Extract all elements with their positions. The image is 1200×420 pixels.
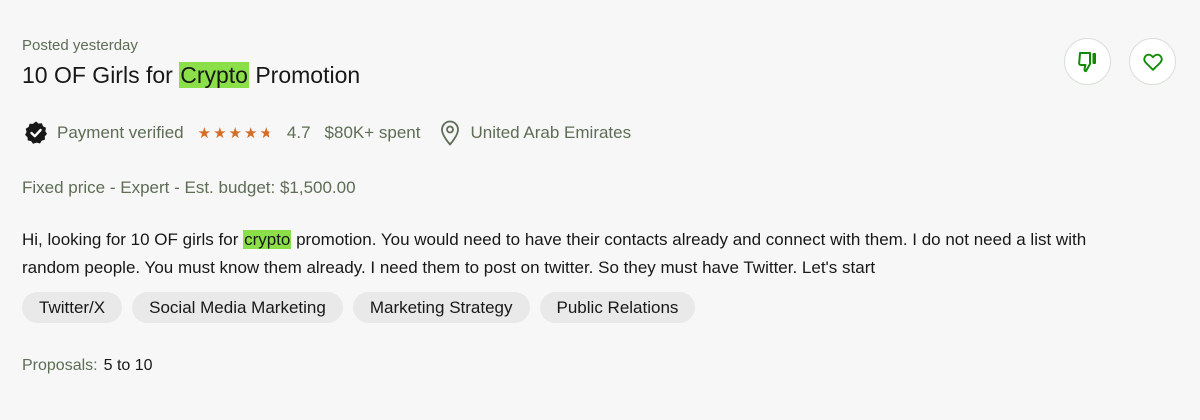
skill-tag[interactable]: Twitter/X [22,292,123,323]
star-icon: ★ [213,125,227,142]
client-rating: 4.7 [286,123,311,142]
star-icon: ★ [228,125,242,142]
job-card[interactable]: Posted yesterday 10 OF Girls for Crypto … [0,0,1200,420]
posted-time: Posted yesterday [22,37,138,54]
skill-tag[interactable]: Marketing Strategy [352,292,530,323]
title-text-start: 10 OF Girls for [22,62,180,88]
star-icon: ★ [243,125,258,142]
client-location: United Arab Emirates [470,123,632,142]
client-spent: $80K+ spent [324,123,421,142]
proposals-count: Proposals: 5 to 10 [22,357,153,375]
star-icon: ★ [197,125,212,142]
skill-tag[interactable]: Public Relations [539,292,696,323]
job-budget: Fixed price - Expert - Est. budget: $1,5… [22,178,356,197]
star-half-icon: ★ [259,125,273,142]
dislike-button[interactable] [1064,38,1111,85]
rating-stars: ★ ★ ★ ★ ★ [198,124,275,142]
verified-badge-icon [22,119,50,147]
job-title[interactable]: 10 OF Girls for Crypto Promotion [22,62,360,89]
client-info: Payment verified ★ ★ ★ ★ ★ 4.7 $80K+ spe… [22,118,631,148]
skill-tag[interactable]: Social Media Marketing [132,292,343,323]
proposals-label: Proposals: [22,357,98,374]
description-text-start: Hi, looking for 10 OF girls for [22,230,244,249]
skill-tags: Twitter/X Social Media Marketing Marketi… [22,292,705,323]
description-highlight: crypto [243,230,292,249]
heart-icon [1142,53,1163,71]
title-highlight: Crypto [179,62,249,88]
payment-status: Payment verified [57,123,184,142]
job-description: Hi, looking for 10 OF girls for crypto p… [22,226,1142,282]
proposals-value: 5 to 10 [103,357,153,374]
title-text-end: Promotion [248,62,361,88]
thumbs-down-icon [1077,51,1096,72]
save-job-button[interactable] [1129,38,1176,85]
location-pin-icon [440,119,462,147]
